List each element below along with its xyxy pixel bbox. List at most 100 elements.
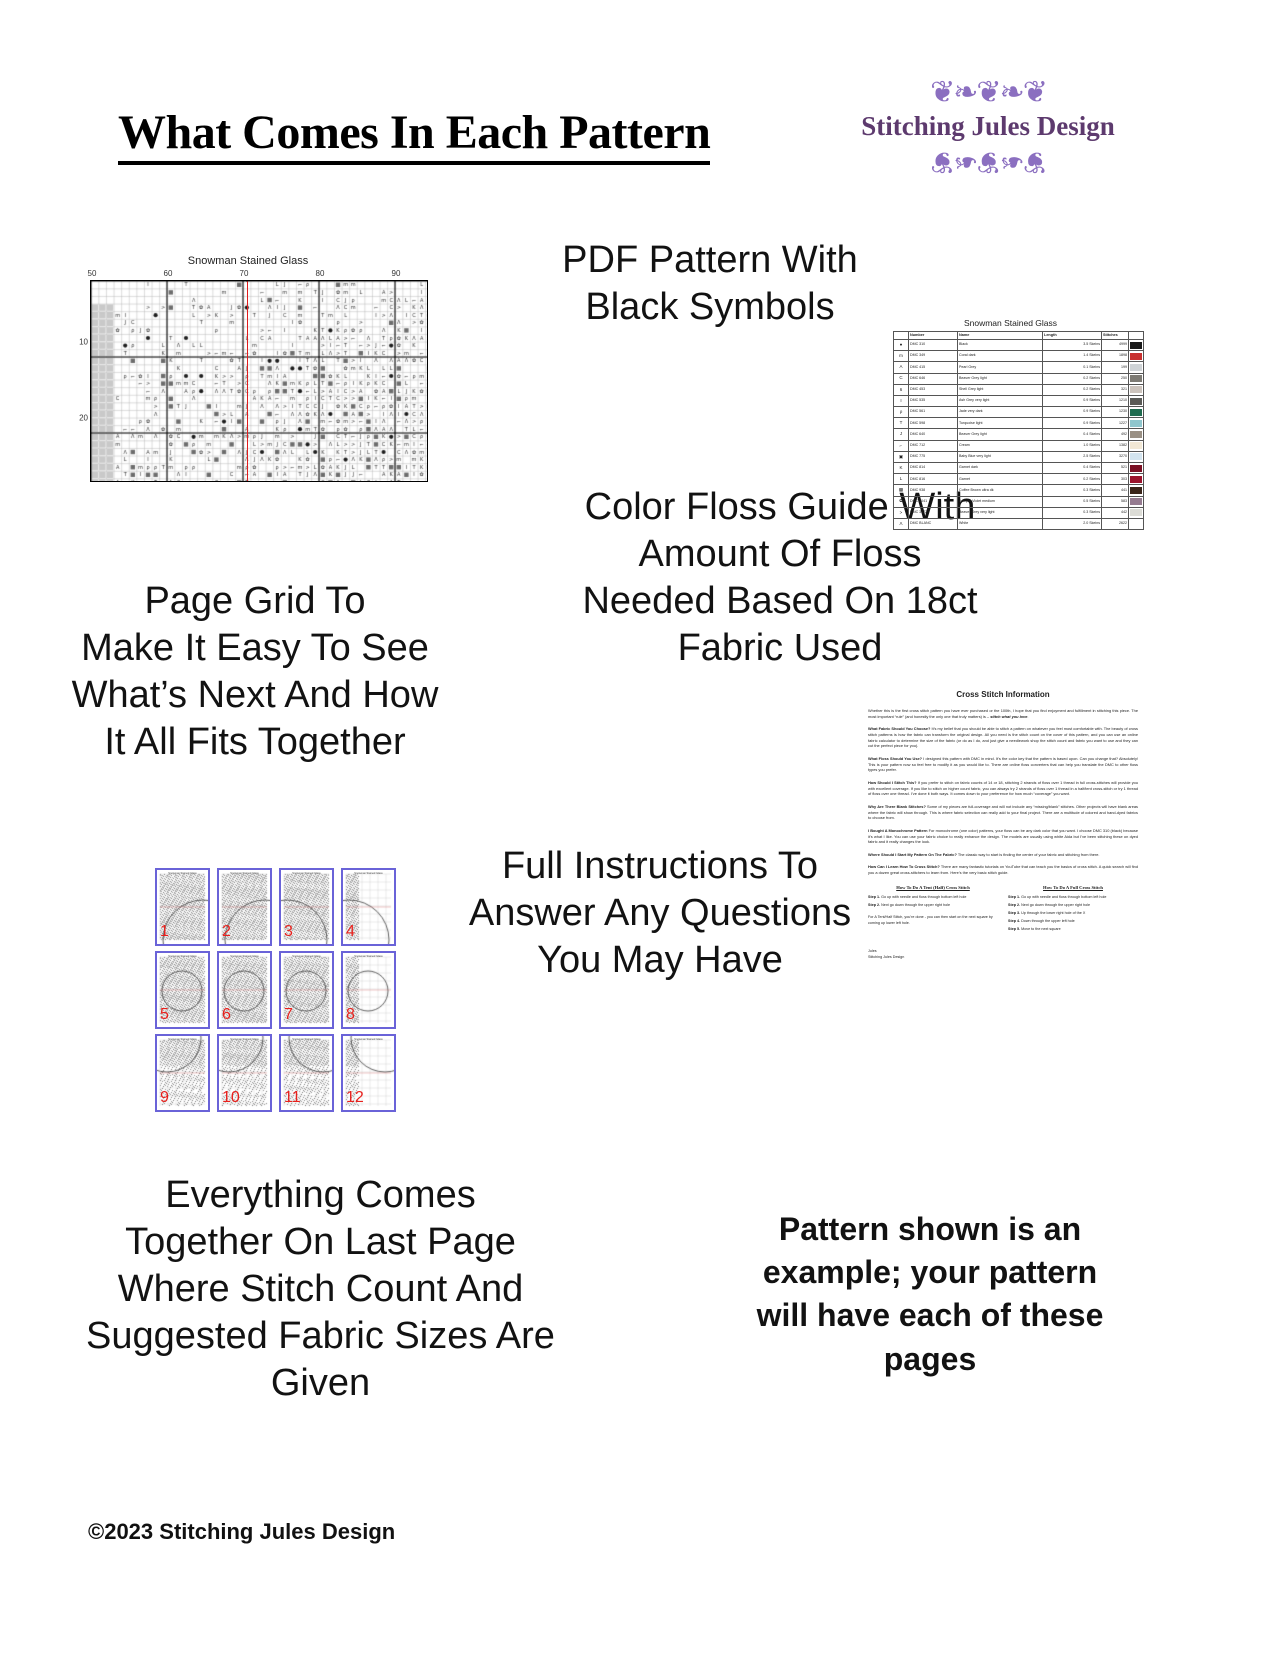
floss-number: DMC 814 xyxy=(908,462,958,475)
thumbnail-number: 7 xyxy=(284,1006,293,1023)
floss-table-header-row: Number Name Length Stitches xyxy=(893,331,1144,340)
instruction-paragraph: I Bought A Monochrome Pattern For monoch… xyxy=(868,827,1138,845)
thumbnail-title: Snowman Stained Glass xyxy=(230,1038,259,1041)
floss-stitches: 3270 xyxy=(1101,450,1129,464)
floss-symbol: > xyxy=(893,506,909,519)
swatch xyxy=(1130,386,1142,394)
floss-col-header xyxy=(1128,331,1144,340)
floss-stitches: 442 xyxy=(1101,506,1129,519)
instruction-paragraph: What Fabric Should You Choose? It’s my b… xyxy=(868,726,1138,749)
floss-col-header xyxy=(893,331,909,340)
page-thumbnail[interactable]: Snowman Stained Glass 8 xyxy=(341,951,396,1029)
floss-number: DMC 938 xyxy=(908,484,958,497)
thumbnail-title: Snowman Stained Glass xyxy=(292,1038,321,1041)
howto-step: Step 1. Go up with needle and floss thro… xyxy=(1008,894,1107,899)
howto-half-note: For A Tent/Half Stitch, you’re done - yo… xyxy=(868,915,993,925)
flourish-top-icon: ❦❧❦❧❦ xyxy=(930,78,1048,110)
page-grid-thumbnails: Snowman Stained Glass 1 Snowman Stained Gl… xyxy=(155,868,396,1112)
floss-length: 0.2 Skeins xyxy=(1042,372,1102,385)
floss-name: Cream xyxy=(957,439,1043,452)
floss-symbol: ▩ xyxy=(893,484,909,497)
floss-length: 0.5 Skeins xyxy=(1042,495,1102,508)
floss-col-header: Number xyxy=(908,331,958,340)
floss-stitches: 492 xyxy=(1101,428,1129,441)
page-thumbnail[interactable]: Snowman Stained Glass 10 xyxy=(217,1034,272,1112)
howto-step: Step 4. Down through the upper left hole xyxy=(1008,918,1075,923)
howto-half-steps: Step 1. Go up with needle and floss thro… xyxy=(868,895,998,909)
floss-color-swatch xyxy=(1128,428,1144,441)
floss-symbol: ✿ xyxy=(893,495,909,508)
page-thumbnail[interactable]: Snowman Stained Glass 12 xyxy=(341,1034,396,1112)
floss-col-header: Length xyxy=(1042,331,1102,340)
swatch xyxy=(1130,419,1142,427)
floss-number: DMC 775 xyxy=(908,450,958,464)
floss-color-swatch xyxy=(1128,338,1144,352)
floss-stitches: 1227 xyxy=(1101,417,1129,430)
chart-title: Snowman Stained Glass xyxy=(187,255,309,267)
floss-name: Antique Violet medium xyxy=(957,495,1043,508)
swatch xyxy=(1130,453,1142,461)
floss-length: 0.4 Skeins xyxy=(1042,428,1102,441)
floss-number: DMC BLANC xyxy=(908,517,958,531)
floss-symbol: A xyxy=(893,361,909,374)
swatch xyxy=(1130,397,1142,405)
page-thumbnail[interactable]: Snowman Stained Glass 1 xyxy=(155,868,210,946)
floss-name: Baby Blue very light xyxy=(957,450,1043,464)
page-thumbnail[interactable]: Snowman Stained Glass 7 xyxy=(279,951,334,1029)
page-thumbnail[interactable]: Snowman Stained Glass 5 xyxy=(155,951,210,1029)
page-thumbnail[interactable]: Snowman Stained Glass 11 xyxy=(279,1034,334,1112)
floss-stitches: 303 xyxy=(1101,473,1129,486)
thumbnail-number: 2 xyxy=(222,923,231,940)
floss-number: DMC 561 xyxy=(908,406,958,419)
swatch xyxy=(1130,363,1142,371)
page-thumbnail[interactable]: Snowman Stained Glass 4 xyxy=(341,868,396,946)
floss-symbol: J xyxy=(893,428,909,441)
floss-number: DMC 646 xyxy=(908,372,958,385)
signature-brand: Stitching Jules Design xyxy=(868,954,905,959)
howto-section: How To Do A Tent (Half) Cross Stitch Ste… xyxy=(868,885,1138,935)
floss-color-swatch xyxy=(1128,473,1144,486)
floss-length: 0.9 Skeins xyxy=(1042,406,1102,419)
floss-number: DMC 712 xyxy=(908,439,958,452)
floss-name: Ash Grey very light xyxy=(957,394,1043,408)
howto-step: Step 2. Next go down through the upper r… xyxy=(1008,902,1090,907)
page-thumbnail[interactable]: Snowman Stained Glass 2 xyxy=(217,868,272,946)
instructions-body: Whether this is the first cross stitch p… xyxy=(868,708,1138,876)
floss-color-swatch xyxy=(1128,350,1144,363)
chart-col-label: 70 xyxy=(239,269,249,278)
copy-example-note: Pattern shown is an example; your patter… xyxy=(756,1211,1104,1377)
brand-name: Stitching Jules Design xyxy=(861,111,1115,141)
floss-table-row: ● DMC 310 Black 3.5 Skeins 4999 xyxy=(893,338,1144,352)
floss-col-header: Name xyxy=(957,331,1043,340)
floss-name: Coral dark xyxy=(957,350,1043,363)
floss-color-swatch xyxy=(1128,406,1144,419)
floss-color-swatch xyxy=(1128,417,1144,430)
swatch xyxy=(1130,520,1142,528)
instruction-paragraph: What Floss Should You Use? I designed th… xyxy=(868,755,1138,773)
floss-stitches: 199 xyxy=(1101,361,1129,374)
chart-col-label: 60 xyxy=(163,269,173,278)
floss-name: Beaver Grey light xyxy=(957,428,1043,441)
instructions-signature: Jules Stitching Jules Design xyxy=(868,949,1138,960)
thumbnail-title: Snowman Stained Glass xyxy=(354,955,383,958)
thumbnail-number: 6 xyxy=(222,1006,231,1023)
thumbnail-title: Snowman Stained Glass xyxy=(168,1038,197,1041)
page-thumbnail[interactable]: Snowman Stained Glass 9 xyxy=(155,1034,210,1112)
floss-symbol: K xyxy=(893,462,909,475)
thumbnail-number: 10 xyxy=(222,1089,240,1106)
swatch xyxy=(1130,341,1142,349)
floss-stitches: 1898 xyxy=(1101,350,1129,363)
page-thumbnail[interactable]: Snowman Stained Glass 6 xyxy=(217,951,272,1029)
floss-stitches: 4999 xyxy=(1101,338,1129,352)
floss-length: 0.2 Skeins xyxy=(1042,473,1102,486)
floss-col-header: Stitches xyxy=(1101,331,1129,340)
page-thumbnail[interactable]: Snowman Stained Glass 3 xyxy=(279,868,334,946)
thumbnail-number: 11 xyxy=(284,1089,301,1106)
floss-length: 0.3 Skeins xyxy=(1042,484,1102,497)
floss-color-swatch xyxy=(1128,383,1144,396)
chart-col-label: 90 xyxy=(391,269,401,278)
floss-table-row: ✿ DMC 3041 Antique Violet medium 0.5 Skeins… xyxy=(893,495,1144,508)
floss-color-swatch xyxy=(1128,372,1144,385)
floss-symbol: L xyxy=(893,473,909,486)
floss-stitches: 2622 xyxy=(1101,517,1129,531)
